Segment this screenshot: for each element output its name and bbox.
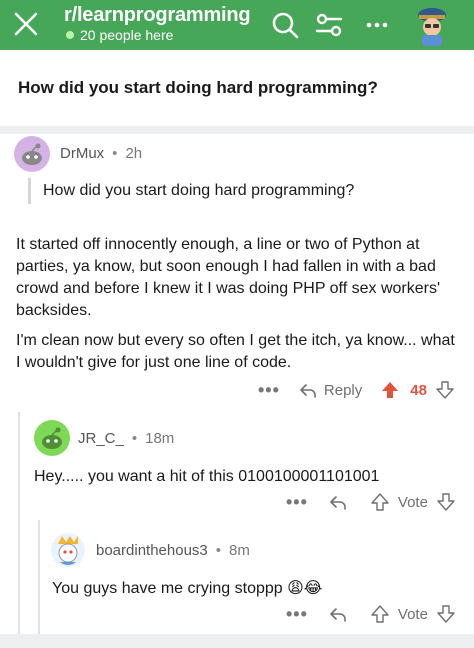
comment-more-icon[interactable]: ••• [258, 380, 280, 401]
separator-dot: • [131, 430, 138, 447]
thread-line[interactable] [18, 412, 20, 634]
downvote-icon[interactable] [435, 380, 455, 400]
comment-header: JR_C_ • 18m [78, 430, 174, 447]
online-count: 20 people here [66, 27, 173, 43]
close-icon[interactable] [12, 10, 40, 38]
vote-score: 48 [410, 381, 427, 399]
comment-timestamp: 2h [125, 145, 143, 162]
comment-body-paragraph: It started off innocently enough, a line… [16, 236, 440, 319]
comment-actions: ••• Vote [286, 490, 456, 514]
comment-username[interactable]: JR_C_ [78, 430, 124, 447]
online-dot-icon [66, 31, 74, 39]
comment-timestamp: 18m [145, 430, 175, 447]
thread-line[interactable] [38, 520, 40, 634]
upvote-icon[interactable] [370, 492, 390, 512]
comment-header: DrMux • 2h [60, 145, 142, 162]
comment-username[interactable]: boardinthehous3 [96, 542, 208, 559]
user-avatar-icon[interactable] [410, 3, 454, 47]
reply-button[interactable]: Reply [298, 380, 362, 400]
comment-avatar-icon[interactable] [50, 532, 86, 568]
post-title[interactable]: How did you start doing hard programming… [18, 78, 378, 98]
reply-label: Reply [323, 381, 363, 399]
post-title-section: How did you start doing hard programming… [0, 50, 474, 126]
comment-header: boardinthehous3 • 8m [96, 542, 250, 559]
section-divider [0, 126, 474, 134]
reply-icon[interactable] [328, 492, 348, 512]
comment-timestamp: 8m [229, 542, 250, 559]
comment-body: You guys have me crying stoppp 😩😂 [52, 580, 323, 597]
online-count-text: 20 people here [80, 27, 174, 43]
comment-username[interactable]: DrMux [60, 145, 104, 162]
reply-icon[interactable] [328, 604, 348, 624]
vote-label: Vote [397, 493, 428, 511]
subreddit-header: r/learnprogramming 20 people here [0, 0, 474, 50]
comment-actions: ••• Vote [286, 602, 456, 626]
separator-dot: • [112, 145, 118, 162]
vote-label: Vote [397, 605, 428, 623]
filter-icon[interactable] [314, 10, 344, 40]
bottom-divider [0, 634, 474, 648]
downvote-icon[interactable] [436, 492, 456, 512]
subreddit-name[interactable]: r/learnprogramming [64, 4, 251, 27]
separator-dot: • [215, 542, 222, 559]
comment-avatar-icon[interactable] [34, 420, 70, 456]
comment-body: Hey..... you want a hit of this 01001000… [34, 468, 380, 485]
comment-body-paragraph: I'm clean now but every so often I get t… [16, 332, 455, 371]
reply-icon [300, 384, 316, 398]
comment-more-icon[interactable]: ••• [286, 604, 308, 625]
more-options-icon[interactable] [362, 10, 392, 40]
comment-avatar-icon[interactable] [14, 136, 50, 172]
comment-more-icon[interactable]: ••• [286, 492, 308, 513]
search-icon[interactable] [270, 10, 300, 40]
upvote-icon[interactable] [370, 604, 390, 624]
comment-actions: ••• Reply 48 [258, 378, 455, 402]
downvote-icon[interactable] [436, 604, 456, 624]
upvote-icon[interactable] [380, 380, 400, 400]
comment-quote: How did you start doing hard programming… [28, 178, 354, 204]
